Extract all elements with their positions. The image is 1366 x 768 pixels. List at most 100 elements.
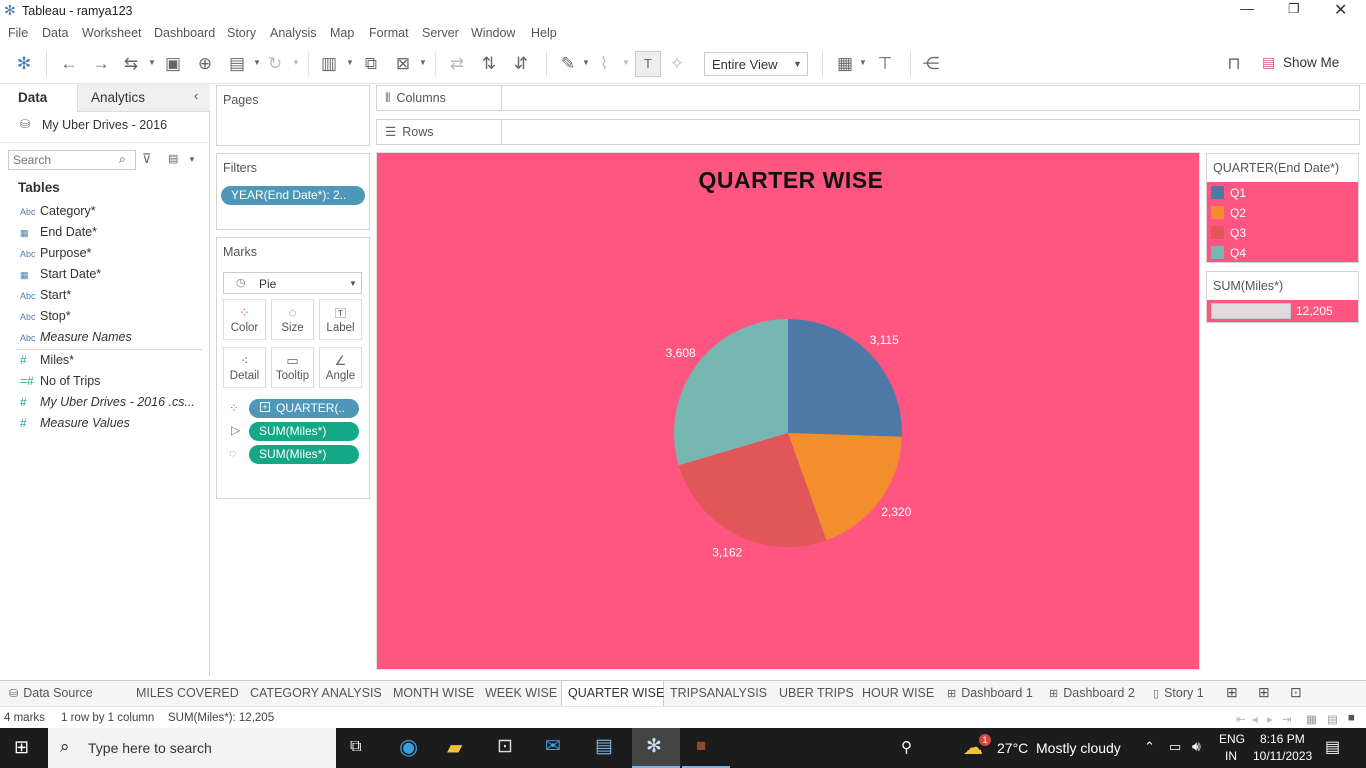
redo-icon[interactable]: →	[90, 53, 112, 75]
fit-view-select[interactable]: Entire View ▼	[704, 52, 808, 76]
swap-icon[interactable]: ⇆	[120, 53, 142, 75]
dropdown-arrow-icon[interactable]: ▼	[622, 58, 630, 67]
collapse-icon[interactable]: ‹	[194, 88, 198, 103]
menu-file[interactable]: File	[8, 26, 28, 40]
dropdown-arrow-icon[interactable]: ▼	[859, 58, 867, 67]
menu-server[interactable]: Server	[422, 26, 459, 40]
filmstrip-icon[interactable]: ▤	[1327, 712, 1338, 726]
menu-window[interactable]: Window	[471, 26, 515, 40]
show-labels-icon[interactable]: T	[635, 51, 661, 77]
tab-data[interactable]: Data	[0, 84, 77, 112]
highlight-icon[interactable]: ✎	[557, 53, 579, 75]
field-item[interactable]: Abc Start*	[20, 286, 71, 304]
mail-icon[interactable]: ✉	[545, 735, 561, 758]
search-box[interactable]: ⌕	[8, 150, 136, 170]
clear-sheet-icon[interactable]: ⊠	[392, 53, 414, 75]
paste-icon[interactable]: ▤	[226, 53, 248, 75]
store-icon[interactable]: ⊡	[497, 735, 513, 758]
menu-worksheet[interactable]: Worksheet	[82, 26, 142, 40]
field-item[interactable]: # My Uber Drives - 2016 .cs...	[20, 393, 195, 411]
view-list-icon[interactable]: ▤	[168, 152, 178, 165]
notification-icon[interactable]: ▤	[1325, 737, 1340, 757]
region-label[interactable]: IN	[1225, 749, 1237, 763]
viz-canvas[interactable]: QUARTER WISE 3,115 2,320 3,162 3,608	[376, 152, 1200, 670]
undo-icon[interactable]: ←	[58, 53, 80, 75]
field-item[interactable]: Abc Stop*	[20, 307, 71, 325]
menu-analysis[interactable]: Analysis	[270, 26, 317, 40]
legend-item[interactable]: Q1	[1211, 184, 1246, 202]
task-view-icon[interactable]: ⧉	[350, 738, 361, 756]
mark-type-select[interactable]: ◷ Pie ▼	[223, 272, 362, 294]
weather-text[interactable]: Mostly cloudy	[1036, 740, 1121, 756]
legend-item[interactable]: Q4	[1211, 244, 1246, 262]
size-button[interactable]: ◌ Size	[271, 299, 314, 340]
first-page-icon[interactable]: ⇤	[1236, 712, 1246, 726]
dropdown-arrow-icon[interactable]: ▼	[292, 58, 300, 67]
dropdown-arrow-icon[interactable]: ▼	[582, 58, 590, 67]
field-item[interactable]: ▦ End Date*	[20, 223, 97, 241]
clock-date[interactable]: 10/11/2023	[1253, 749, 1312, 763]
tabs-icon[interactable]: ■	[1348, 712, 1355, 724]
menu-data[interactable]: Data	[42, 26, 68, 40]
menu-dashboard[interactable]: Dashboard	[154, 26, 215, 40]
sheet-tab[interactable]: HOUR WISE	[856, 681, 941, 706]
dropdown-arrow-icon[interactable]: ▼	[419, 58, 427, 67]
rows-shelf[interactable]: ☰ Rows	[376, 119, 1360, 145]
tray-chevron-icon[interactable]: ⌃	[1144, 739, 1155, 755]
other-app-taskbar-item[interactable]: ■	[682, 728, 730, 768]
clock-time[interactable]: 8:16 PM	[1260, 732, 1305, 746]
color-button[interactable]: ⁘ Color	[223, 299, 266, 340]
tableau-taskbar-item[interactable]: ✻	[632, 728, 680, 768]
expand-plus-icon[interactable]: +	[260, 402, 270, 412]
app-icon[interactable]: ▤	[595, 735, 613, 758]
tooltip-button[interactable]: ▭ Tooltip	[271, 347, 314, 388]
new-datasource-icon[interactable]: ⊕	[194, 53, 216, 75]
paint-roller-icon[interactable]: ⊓	[1223, 53, 1245, 75]
attach-icon[interactable]: ⌇	[593, 53, 615, 75]
save-icon[interactable]: ▣	[162, 53, 184, 75]
menu-help[interactable]: Help	[531, 26, 557, 40]
chevron-down-icon[interactable]: ▼	[188, 155, 196, 164]
tableau-home-icon[interactable]: ✻	[13, 53, 35, 75]
menu-story[interactable]: Story	[227, 26, 256, 40]
field-item[interactable]: # Miles*	[20, 351, 74, 369]
field-item[interactable]: Abc Purpose*	[20, 244, 91, 262]
battery-icon[interactable]: ▭	[1169, 739, 1181, 755]
close-button[interactable]: ✕	[1334, 0, 1347, 20]
menu-map[interactable]: Map	[330, 26, 354, 40]
people-icon[interactable]: ⚲	[901, 738, 912, 756]
sort-descending-icon[interactable]: ⇵	[510, 53, 532, 75]
sheet-tab[interactable]: ⊞ Dashboard 2	[1043, 681, 1147, 706]
last-page-icon[interactable]: ⇥	[1282, 712, 1292, 726]
sheet-tab[interactable]: ⛁ Data Source	[3, 681, 130, 706]
tab-analytics[interactable]: Analytics ‹	[77, 84, 210, 112]
windows-start-icon[interactable]: ⊞	[14, 737, 29, 758]
new-dashboard-icon[interactable]: ⊞	[1258, 684, 1270, 701]
angle-button[interactable]: ∠ Angle	[319, 347, 362, 388]
edge-icon[interactable]: ◉	[399, 734, 418, 760]
next-page-icon[interactable]: ▸	[1267, 712, 1273, 726]
legend-item[interactable]: Q2	[1211, 204, 1246, 222]
legend-item[interactable]: Q3	[1211, 224, 1246, 242]
sheet-tab[interactable]: MONTH WISE	[387, 681, 479, 706]
columns-shelf[interactable]: ⦀ Columns	[376, 85, 1360, 111]
filter-pill[interactable]: YEAR(End Date*): 2..	[221, 186, 365, 205]
sheet-tab[interactable]: CATEGORY ANALYSIS	[244, 681, 387, 706]
sort-ascending-icon[interactable]: ⇅	[478, 53, 500, 75]
prev-page-icon[interactable]: ◂	[1252, 712, 1258, 726]
search-input[interactable]	[13, 152, 113, 168]
dropdown-arrow-icon[interactable]: ▼	[253, 58, 261, 67]
sheet-tab[interactable]: ⊞ Dashboard 1	[941, 681, 1043, 706]
datasource-item[interactable]: ⛁ My Uber Drives - 2016	[0, 114, 210, 136]
filter-icon[interactable]: ⊽	[142, 151, 152, 167]
field-item[interactable]: # Measure Values	[20, 414, 130, 432]
angle-sum-miles-pill[interactable]: SUM(Miles*)	[249, 422, 359, 441]
file-explorer-icon[interactable]: ▰	[447, 735, 462, 760]
sheet-tab[interactable]: TRIPSANALYSIS	[664, 681, 773, 706]
share-icon[interactable]: ⋲	[920, 53, 942, 75]
lang-label[interactable]: ENG	[1219, 732, 1245, 746]
duplicate-icon[interactable]: ⧉	[360, 53, 382, 75]
dropdown-arrow-icon[interactable]: ▼	[346, 58, 354, 67]
field-item[interactable]: Abc Category*	[20, 202, 96, 220]
field-item[interactable]: ▦ Start Date*	[20, 265, 101, 283]
